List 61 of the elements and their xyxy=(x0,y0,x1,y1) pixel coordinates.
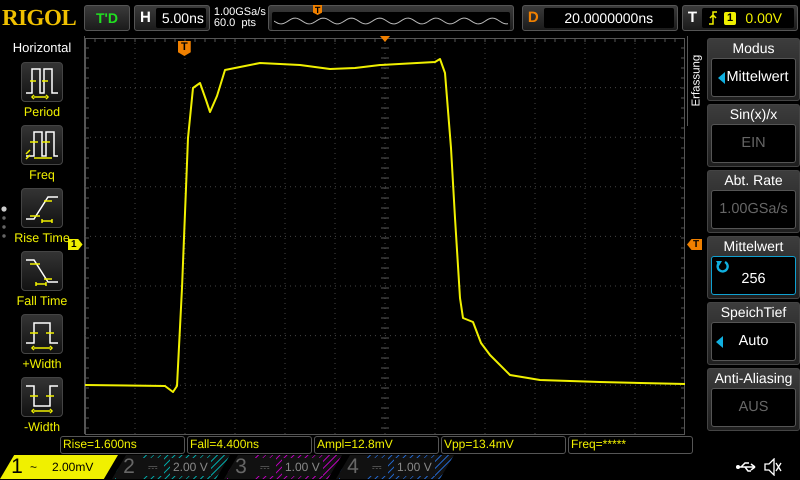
trigger-level: 0.00V xyxy=(745,8,782,28)
measurement-readout: Fall=4.400ns xyxy=(187,436,312,454)
channel-tab[interactable]: 1 ~ 2.00mV xyxy=(0,455,118,479)
delay-label: D xyxy=(526,8,540,28)
menu-tab[interactable]: Erfassung xyxy=(687,36,705,126)
softkey-text: AUS xyxy=(738,398,768,417)
channel-tab[interactable]: 3 ⎓ 1.00 V xyxy=(224,455,342,479)
memory-depth: 60.0 pts xyxy=(214,18,258,29)
measurement-readout: Ampl=12.8mV xyxy=(314,436,439,454)
left-arrow-icon xyxy=(718,72,726,84)
measurement-readout: Freq=***** xyxy=(568,436,693,454)
measure-button[interactable] xyxy=(21,314,63,354)
measure-button[interactable] xyxy=(21,124,63,164)
softkey-title: Abt. Rate xyxy=(723,171,784,190)
brand-logo: RIGOL xyxy=(2,4,78,32)
rotate-knob-icon xyxy=(715,259,729,273)
menu-softkey[interactable]: Mittelwert 256 xyxy=(707,236,800,299)
timebase-value: 5.00ns xyxy=(156,8,206,28)
measure-button[interactable] xyxy=(20,250,63,290)
measure-button[interactable] xyxy=(21,376,63,416)
measure-label: +Width xyxy=(22,356,62,372)
trigger-channel: 1 xyxy=(724,12,736,24)
softkey-text: 256 xyxy=(741,270,766,289)
measure-label: -Width xyxy=(24,418,60,436)
trigger-level-marker: T xyxy=(687,239,702,250)
softkey-title: Anti-Aliasing xyxy=(714,369,794,388)
menu-title: Horizontal xyxy=(12,39,72,57)
measurement-readout: Rise=1.600ns xyxy=(60,436,185,454)
trigger-label: T xyxy=(686,8,698,28)
measure-label: Freq xyxy=(29,166,55,184)
speaker-muted-icon xyxy=(764,458,782,476)
softkey-text: 1.00GSa/s xyxy=(719,200,788,219)
run-status: T'D xyxy=(84,5,130,31)
trigger-position-marker: T xyxy=(178,41,191,56)
sample-rate: 1.00GSa/s xyxy=(214,7,264,18)
channel-tab[interactable]: 4 ⎓ 1.00 V xyxy=(336,455,454,479)
center-marker-icon xyxy=(380,36,390,42)
measurement-readout: Vpp=13.4mV xyxy=(441,436,566,454)
softkey-title: Modus xyxy=(731,39,776,58)
measure-label: Fall Time xyxy=(16,292,68,310)
menu-softkey[interactable]: Modus Mittelwert xyxy=(707,38,800,101)
channel-tab[interactable]: 2 ⎓ 2.00 V xyxy=(112,455,230,479)
overview-trigger-marker: T xyxy=(312,5,322,15)
delay-value: 20.0000000ns xyxy=(544,8,674,28)
softkey-title: SpeichTief xyxy=(720,303,788,322)
softkey-text: Auto xyxy=(738,332,768,351)
measure-button[interactable] xyxy=(21,62,63,102)
menu-softkey[interactable]: SpeichTief Auto xyxy=(707,302,800,365)
page-indicator-icon xyxy=(1,206,7,240)
softkey-text: EIN xyxy=(741,134,766,153)
left-arrow-icon xyxy=(716,336,723,348)
softkey-title: Mittelwert xyxy=(722,237,784,256)
measure-label: Period xyxy=(24,104,60,120)
timebase-label: H xyxy=(139,8,152,28)
measure-button[interactable] xyxy=(20,188,63,228)
channel-marker: 1 xyxy=(68,239,83,250)
softkey-text: Mittelwert xyxy=(726,68,789,87)
measure-label: Rise Time xyxy=(14,230,70,246)
usb-icon xyxy=(736,461,758,473)
softkey-title: Sin(x)/x xyxy=(728,105,778,124)
rising-edge-icon xyxy=(708,11,718,25)
